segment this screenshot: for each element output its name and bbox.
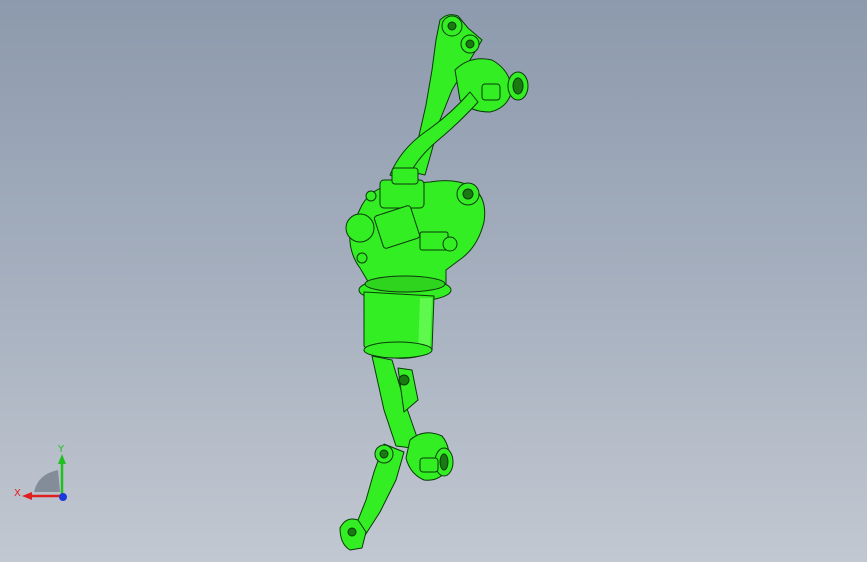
z-axis-dot — [59, 493, 67, 501]
wiper-linkage-model[interactable] — [0, 0, 867, 562]
y-axis-label: Y — [57, 444, 65, 455]
x-axis-label: X — [14, 488, 21, 499]
view-orientation-triad: Y X — [14, 444, 67, 501]
graphics-viewport[interactable]: Y X — [0, 0, 867, 562]
